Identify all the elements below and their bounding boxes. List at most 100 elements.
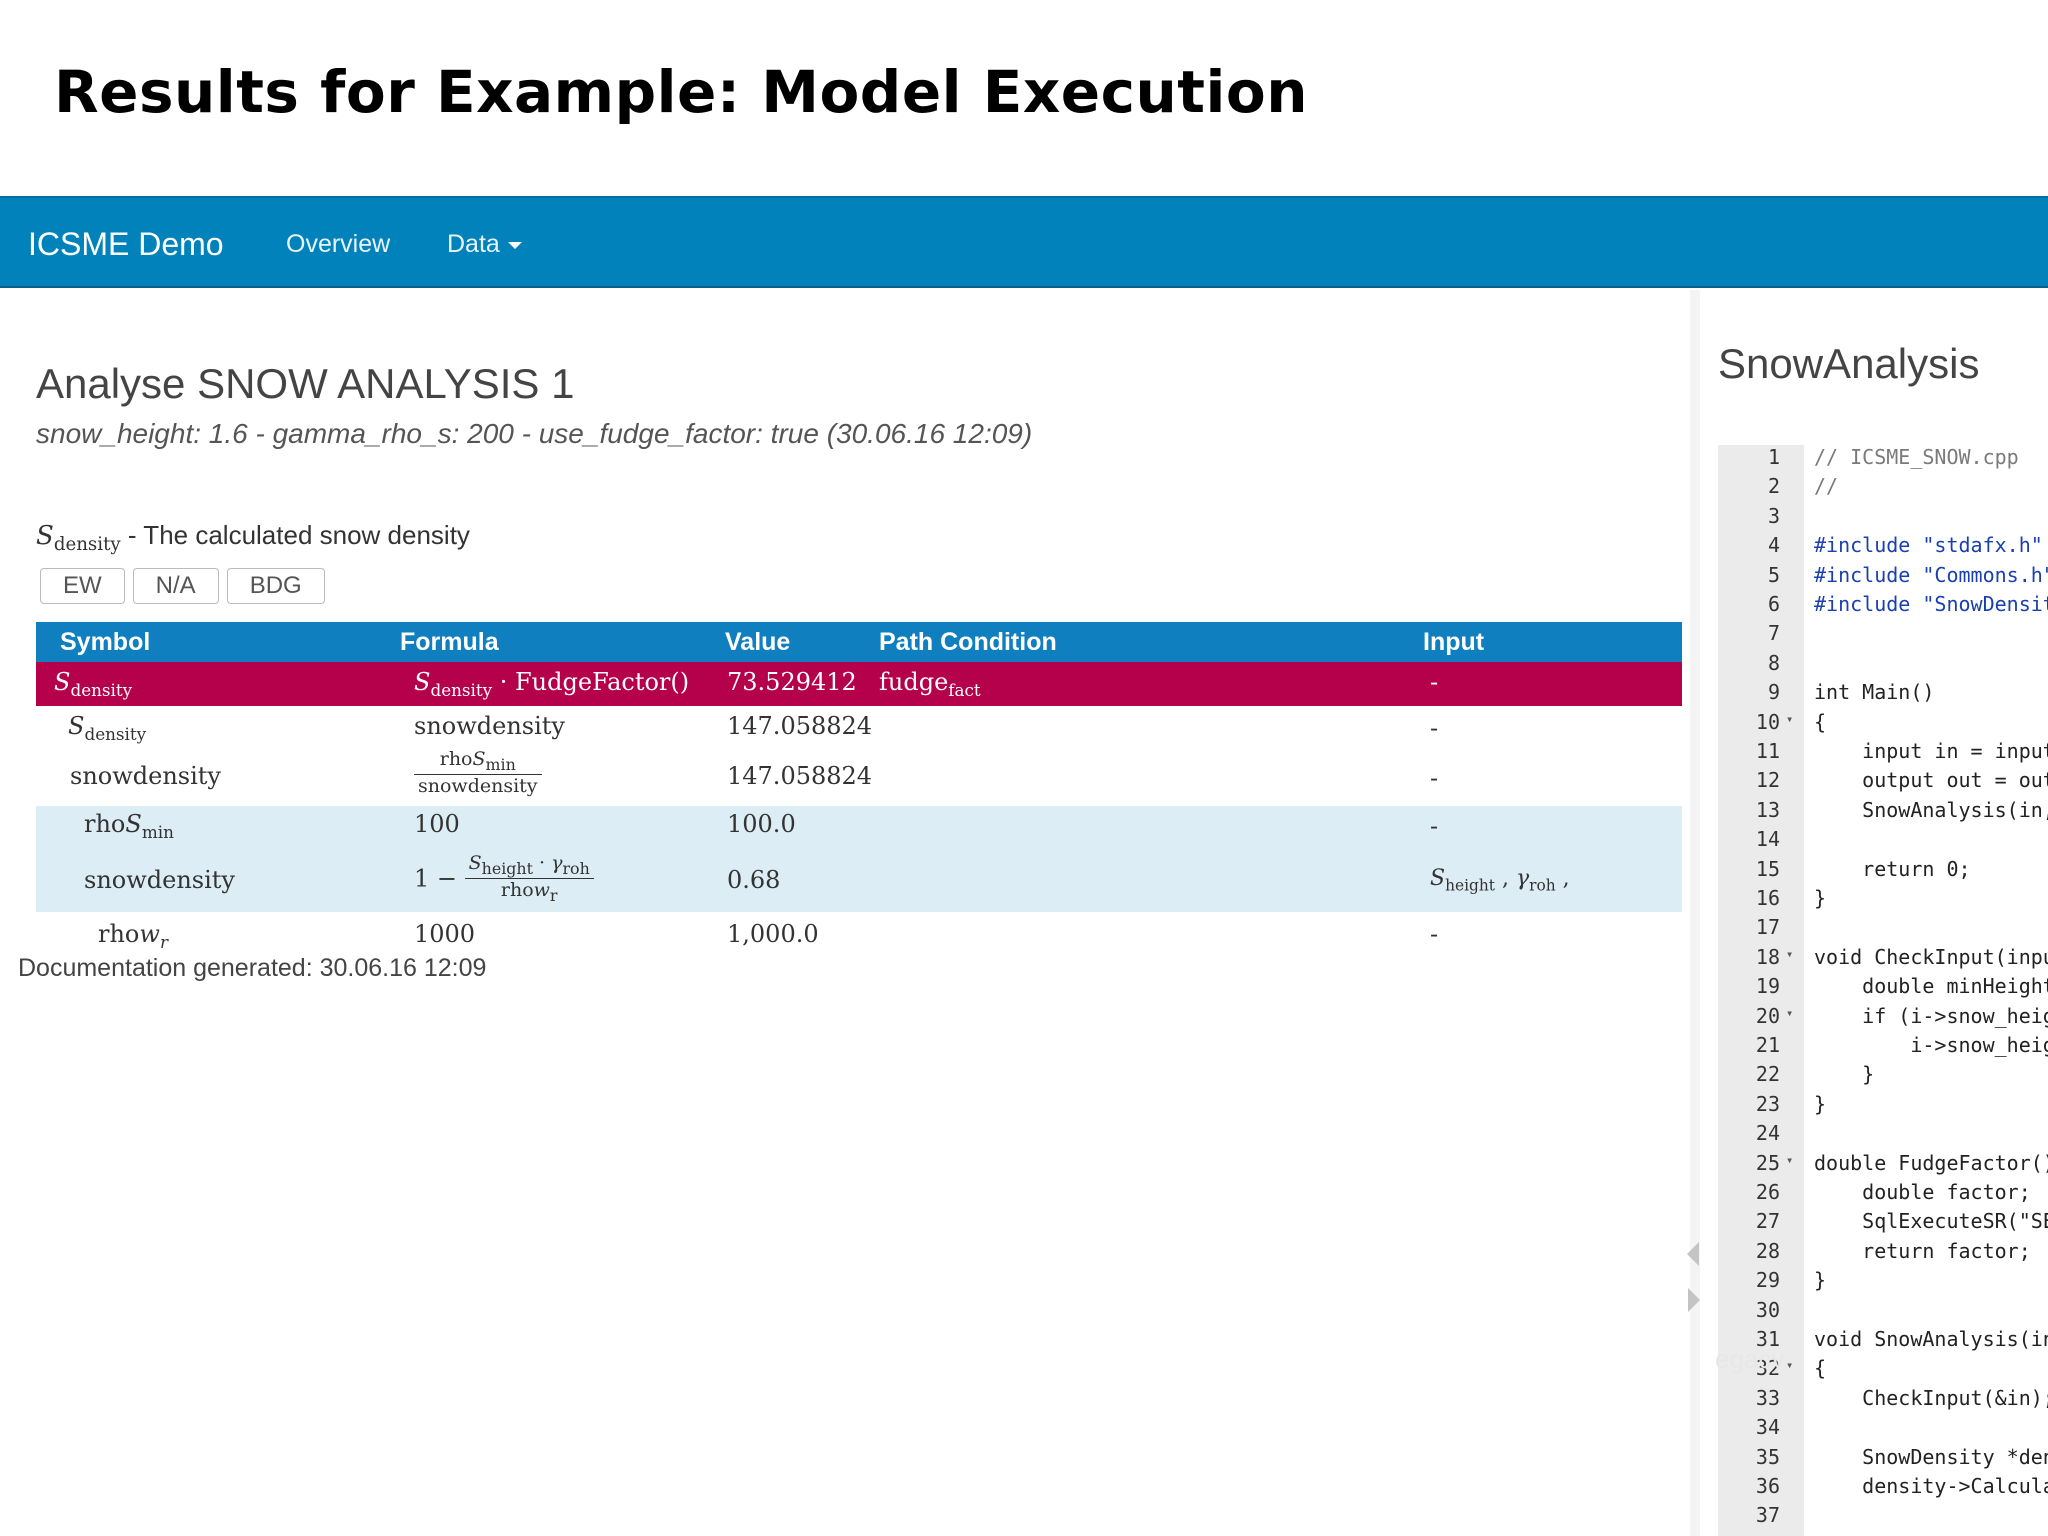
fold-arrow-icon[interactable]: ▾ [1786,1153,1793,1167]
code-text: void SnowAnalysis(input &in) [1814,1327,2048,1351]
line-number: 22 [1755,1062,1780,1087]
navbar-brand[interactable]: ICSME Demo [28,226,224,263]
cell-formula: snowdensity [414,712,565,740]
cell-symbol: Sdensity [68,712,147,744]
line-number: 4 [1767,533,1780,558]
analysis-subtitle: snow_height: 1.6 - gamma_rho_s: 200 - us… [36,418,1033,449]
ew-button[interactable]: EW [40,568,125,604]
cell-input: - [1430,714,1439,742]
cell-formula: 1000 [414,920,476,948]
line-number: 3 [1767,503,1780,528]
expand-right-icon[interactable] [1688,1288,1700,1312]
code-text: // [1814,474,1839,499]
nav-link-overview-label: Overview [286,230,391,258]
line-number: 17 [1755,915,1780,940]
table-row[interactable]: Sdensity Sdensity · FudgeFactor() 73.529… [36,662,1682,706]
code-text: } [1814,886,1827,910]
line-number: 8 [1767,650,1780,675]
filter-buttons: EW N/A BDG [40,568,333,604]
results-table: Symbol Formula Value Path Condition Inpu… [36,622,1682,956]
line-number: 18 [1755,944,1780,969]
cell-formula: Sdensity · FudgeFactor() [414,668,690,700]
header-value[interactable]: Value [725,628,790,657]
table-row[interactable]: snowdensity rhoSmin snowdensity 147.0588… [36,748,1682,806]
line-number: 20 [1755,1003,1780,1028]
analysis-title: Analyse SNOW ANALYSIS 1 [36,360,575,407]
cell-symbol: Sdensity [54,668,133,700]
cell-value: 1,000.0 [727,920,819,948]
watermark-text: egacy [1715,1344,1785,1374]
header-path-condition[interactable]: Path Condition [879,628,1057,657]
line-number: 10 [1755,709,1780,734]
fold-arrow-icon[interactable]: ▾ [1786,1358,1793,1372]
line-number: 27 [1755,1209,1780,1234]
code-text: { [1814,1356,1827,1381]
code-text: SnowAnalysis(in, out); [1862,797,2048,822]
code-text: double factor; [1814,1180,2031,1204]
cell-value: 0.68 [727,866,781,894]
line-number: 13 [1755,797,1780,822]
table-row[interactable]: snowdensity 1 − Sheight · γroh rhowr 0.6… [36,848,1682,912]
code-text: } [1814,1062,1875,1087]
cell-formula: 100 [414,810,460,838]
line-number: 25 [1755,1150,1780,1175]
chevron-down-icon [507,241,522,249]
code-text: } [1814,1091,1827,1116]
line-number: 12 [1755,768,1780,793]
fold-arrow-icon[interactable]: ▾ [1786,712,1793,726]
navbar: ICSME Demo Overview Data [0,196,2048,288]
cell-symbol: rhoSmin [84,810,174,842]
line-number: 26 [1755,1180,1780,1204]
line-number: 33 [1755,1385,1780,1410]
line-number: 29 [1755,1268,1780,1293]
cell-input: - [1430,764,1439,792]
code-text: } [1814,1268,1827,1293]
nav-link-overview[interactable]: Overview [286,230,390,259]
table-row[interactable]: rhoSmin 100 100.0 - [36,806,1682,848]
na-button[interactable]: N/A [132,568,219,604]
line-number: 15 [1755,856,1780,881]
table-row[interactable]: Sdensity snowdensity 147.058824 - [36,706,1682,748]
fold-arrow-icon[interactable]: ▾ [1786,947,1793,961]
code-text: SqlExecuteSR("SELECT factor"); [1862,1209,2048,1234]
slide-title: Results for Example: Model Execution [54,58,1309,126]
code-text: // ICSME_SNOW.cpp [1814,445,2019,469]
table-header: Symbol Formula Value Path Condition Inpu… [36,622,1682,662]
line-number: 11 [1755,739,1780,763]
header-symbol[interactable]: Symbol [60,628,150,657]
code-text: #include "stdafx.h" [1814,533,2043,558]
line-number: 16 [1755,886,1780,910]
code-text: double FudgeFactor() [1814,1150,2048,1175]
line-number: 7 [1767,621,1780,646]
panel-splitter[interactable] [1690,290,1700,1536]
symbol-description: Sdensity - The calculated snow density [36,520,470,555]
nav-dropdown-data[interactable]: Data [447,230,522,259]
line-number: 19 [1755,974,1780,999]
code-text: double minHeight = 0; [1862,974,2048,999]
code-text: if (i->snow_height < minHeight) { [1862,1003,2048,1028]
cell-symbol: rhowr [98,920,168,952]
fold-arrow-icon[interactable]: ▾ [1786,1006,1793,1020]
code-text: return factor; [1814,1238,2031,1263]
code-text: SnowDensity *density; [1862,1444,2048,1469]
documentation-footer: Documentation generated: 30.06.16 12:09 [18,954,487,982]
code-text: int Main() [1814,680,1935,705]
line-number: 35 [1755,1444,1780,1469]
cell-input: - [1430,920,1439,948]
cell-path-condition: fudgefact [879,668,981,700]
collapse-left-icon[interactable] [1687,1242,1699,1266]
header-formula[interactable]: Formula [400,628,499,657]
code-panel-title: SnowAnalysis [1718,340,1980,387]
line-number: 5 [1767,562,1780,587]
code-text: #include "SnowDensity.h" [1814,592,2048,616]
table-row[interactable]: rhowr 1000 1,000.0 - [36,912,1682,956]
description-symbol: Sdensity [36,521,121,556]
bdg-button[interactable]: BDG [226,568,325,604]
cell-symbol: snowdensity [70,762,221,790]
header-input[interactable]: Input [1423,628,1484,657]
cell-value: 147.058824 [727,762,873,790]
line-number: 36 [1755,1474,1780,1498]
line-number: 28 [1755,1238,1780,1263]
nav-dropdown-data-label: Data [447,230,500,258]
line-number: 2 [1767,474,1780,499]
